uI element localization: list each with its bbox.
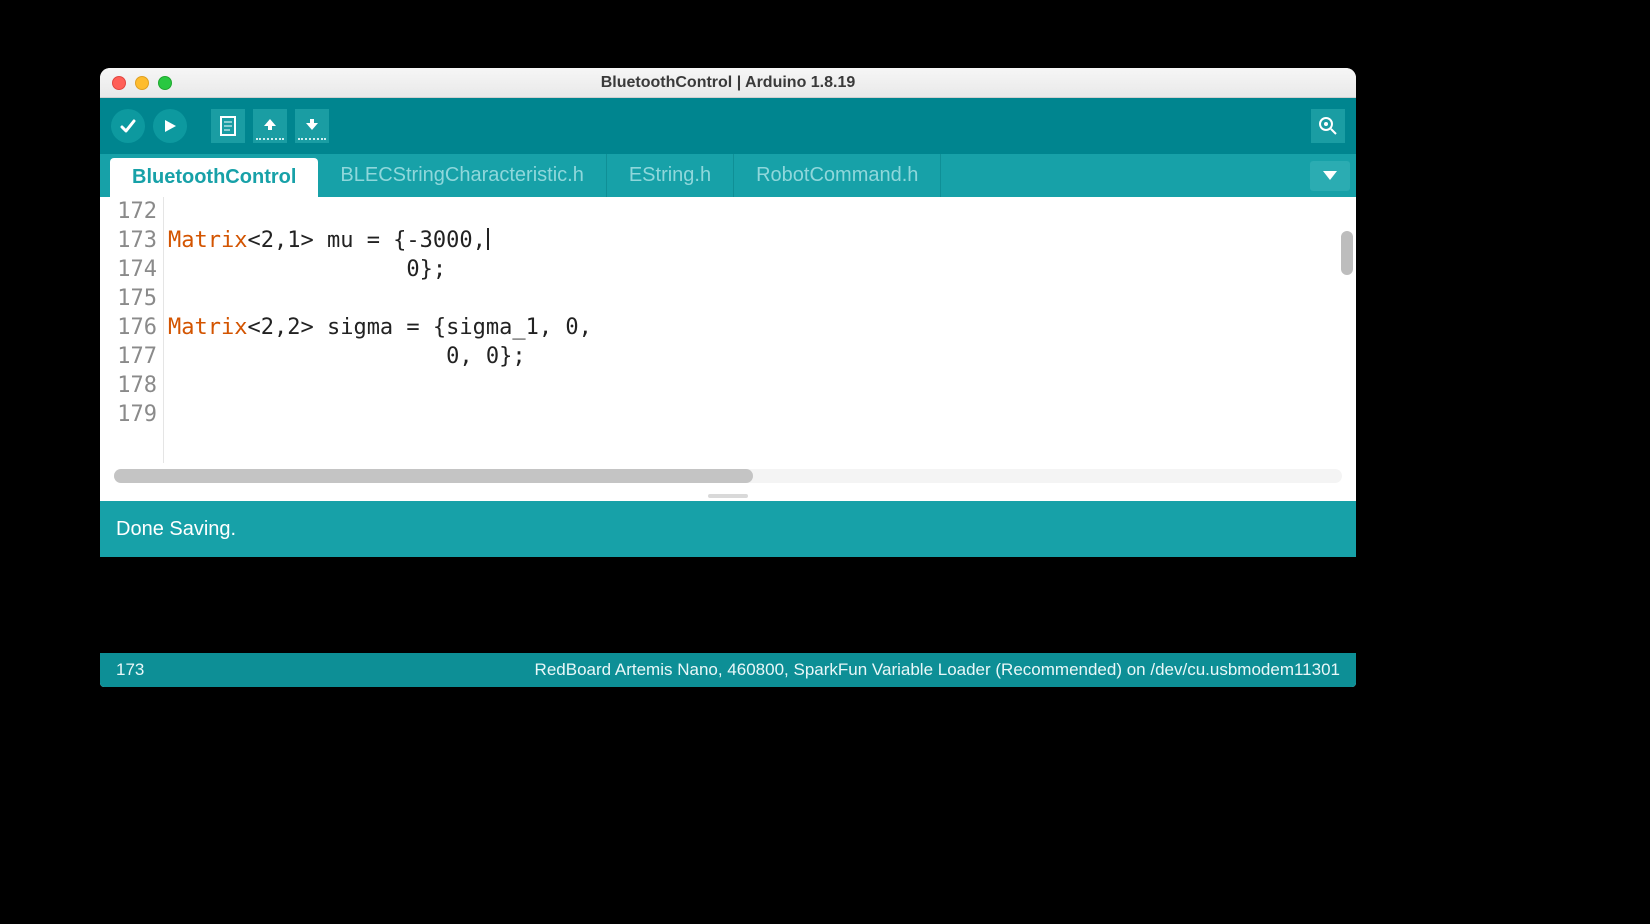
tab-blecstringcharacteristic[interactable]: BLECStringCharacteristic.h — [318, 154, 606, 197]
tab-estring[interactable]: EString.h — [607, 154, 734, 197]
code-content[interactable]: Matrix<2,1> mu = {-3000, 0}; Matrix<2,2>… — [164, 197, 592, 463]
code-editor[interactable]: 172173174175176177178179 Matrix<2,1> mu … — [100, 197, 1356, 463]
console-output[interactable] — [100, 557, 1356, 653]
open-button[interactable] — [252, 108, 288, 144]
ide-window: BluetoothControl | Arduino 1.8.19 — [100, 68, 1356, 687]
zoom-icon[interactable] — [158, 76, 172, 90]
window-title: BluetoothControl | Arduino 1.8.19 — [100, 74, 1356, 92]
dots-line-icon — [256, 138, 284, 140]
toolbar — [100, 98, 1356, 154]
tab-label: BluetoothControl — [132, 166, 296, 189]
pane-resize-grip[interactable] — [100, 491, 1356, 501]
close-icon[interactable] — [112, 76, 126, 90]
minimize-icon[interactable] — [135, 76, 149, 90]
chevron-down-icon — [1323, 171, 1337, 181]
tab-label: RobotCommand.h — [756, 164, 918, 187]
tab-label: EString.h — [629, 164, 711, 187]
tab-label: BLECStringCharacteristic.h — [340, 164, 583, 187]
new-button[interactable] — [210, 108, 246, 144]
vertical-scrollbar[interactable] — [1341, 231, 1353, 275]
footer-bar: 173 RedBoard Artemis Nano, 460800, Spark… — [100, 653, 1356, 687]
horizontal-scrollbar-thumb[interactable] — [114, 469, 753, 483]
tab-bar: BluetoothControl BLECStringCharacteristi… — [100, 154, 1356, 197]
tab-overflow-button[interactable] — [1310, 161, 1350, 191]
line-indicator: 173 — [116, 660, 144, 680]
tab-robotcommand[interactable]: RobotCommand.h — [734, 154, 941, 197]
status-message: Done Saving. — [116, 518, 236, 541]
horizontal-scrollbar[interactable] — [114, 469, 1342, 483]
dots-line-icon — [298, 138, 326, 140]
line-gutter: 172173174175176177178179 — [100, 197, 164, 463]
text-cursor — [487, 228, 489, 250]
board-info: RedBoard Artemis Nano, 460800, SparkFun … — [535, 660, 1340, 680]
verify-button[interactable] — [110, 108, 146, 144]
status-message-bar: Done Saving. — [100, 501, 1356, 557]
serial-monitor-button[interactable] — [1310, 108, 1346, 144]
tab-bluetoothcontrol[interactable]: BluetoothControl — [110, 158, 318, 197]
editor-area: 172173174175176177178179 Matrix<2,1> mu … — [100, 197, 1356, 501]
upload-button[interactable] — [152, 108, 188, 144]
save-button[interactable] — [294, 108, 330, 144]
titlebar: BluetoothControl | Arduino 1.8.19 — [100, 68, 1356, 98]
traffic-lights — [112, 76, 172, 90]
